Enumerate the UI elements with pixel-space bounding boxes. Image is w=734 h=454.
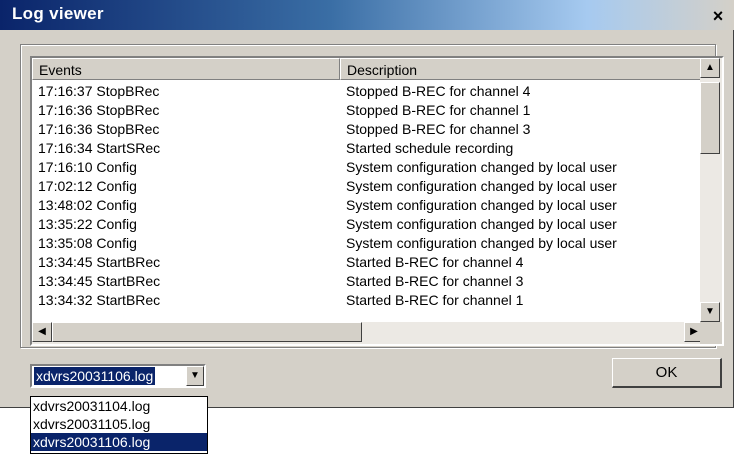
list-item[interactable]: 17:16:36 StopBRec Stopped B-REC for chann… xyxy=(32,120,704,139)
vertical-scroll-thumb[interactable] xyxy=(700,82,720,154)
chevron-down-icon[interactable]: ▼ xyxy=(186,366,204,386)
vertical-scrollbar[interactable]: ▲ ▼ xyxy=(700,58,722,322)
log-file-option[interactable]: xdvrs20031104.log xyxy=(31,397,207,415)
event-cell: 13:34:45 StartBRec xyxy=(38,273,161,289)
description-cell: Started B-REC for channel 4 xyxy=(346,254,524,270)
list-item[interactable]: 13:34:32 StartBRec Started B-REC for chan… xyxy=(32,291,704,310)
close-icon[interactable]: × xyxy=(710,7,726,26)
list-header: Events Description xyxy=(32,58,704,80)
event-cell: 17:02:12 Config xyxy=(38,178,137,194)
description-cell: Stopped B-REC for channel 3 xyxy=(346,121,531,137)
scroll-left-icon[interactable]: ◀ xyxy=(32,322,52,342)
description-cell: System configuration changed by local us… xyxy=(346,197,617,213)
log-file-option[interactable]: xdvrs20031105.log xyxy=(31,415,207,433)
list-rows: 17:16:37 StopBRec Stopped B-REC for chann… xyxy=(32,82,704,310)
event-cell: 13:48:02 Config xyxy=(38,197,137,213)
list-item[interactable]: 13:48:02 Config System configuration chan… xyxy=(32,196,704,215)
window-title: Log viewer xyxy=(12,4,104,23)
description-cell: Stopped B-REC for channel 1 xyxy=(346,102,531,118)
description-cell: System configuration changed by local us… xyxy=(346,159,617,175)
title-bar[interactable]: Log viewer × xyxy=(0,0,734,30)
column-header-description[interactable]: Description xyxy=(340,58,704,80)
horizontal-scroll-thumb[interactable] xyxy=(52,322,362,342)
event-cell: 17:16:36 StopBRec xyxy=(38,102,160,118)
event-cell: 13:35:22 Config xyxy=(38,216,137,232)
list-item[interactable]: 13:34:45 StartBRec Started B-REC for chan… xyxy=(32,253,704,272)
log-file-select-value: xdvrs20031106.log xyxy=(34,367,156,385)
event-cell: 17:16:10 Config xyxy=(38,159,137,175)
scroll-down-icon[interactable]: ▼ xyxy=(700,302,720,322)
description-cell: Stopped B-REC for channel 4 xyxy=(346,83,531,99)
list-item[interactable]: 17:16:34 StartSRec Started schedule recor… xyxy=(32,139,704,158)
event-cell: 13:34:32 StartBRec xyxy=(38,292,161,308)
description-cell: Started B-REC for channel 3 xyxy=(346,273,524,289)
list-item[interactable]: 17:02:12 Config System configuration chan… xyxy=(32,177,704,196)
description-cell: Started schedule recording xyxy=(346,140,514,156)
list-item[interactable]: 17:16:10 Config System configuration chan… xyxy=(32,158,704,177)
event-cell: 13:34:45 StartBRec xyxy=(38,254,161,270)
description-cell: System configuration changed by local us… xyxy=(346,235,617,251)
list-item[interactable]: 13:35:22 Config System configuration chan… xyxy=(32,215,704,234)
list-item[interactable]: 13:34:45 StartBRec Started B-REC for chan… xyxy=(32,272,704,291)
list-item[interactable]: 13:35:08 Config System configuration chan… xyxy=(32,234,704,253)
log-list[interactable]: Events Description 17:16:37 StopBRec Stop… xyxy=(30,56,724,346)
event-cell: 17:16:34 StartSRec xyxy=(38,140,161,156)
description-cell: System configuration changed by local us… xyxy=(346,178,617,194)
log-viewer-window: Log viewer × Events Description 17:16:37… xyxy=(0,0,734,408)
log-file-select[interactable]: xdvrs20031106.log ▼ xyxy=(30,364,206,388)
log-file-option-selected[interactable]: xdvrs20031106.log xyxy=(31,433,207,451)
description-cell: System configuration changed by local us… xyxy=(346,216,617,232)
horizontal-scrollbar[interactable]: ◀ ▶ xyxy=(32,322,704,344)
event-cell: 17:16:36 StopBRec xyxy=(38,121,160,137)
scrollbar-corner xyxy=(700,322,722,344)
ok-button[interactable]: OK xyxy=(612,358,722,388)
list-item[interactable]: 17:16:37 StopBRec Stopped B-REC for chann… xyxy=(32,82,704,101)
event-cell: 13:35:08 Config xyxy=(38,235,137,251)
event-cell: 17:16:37 StopBRec xyxy=(38,83,160,99)
description-cell: Started B-REC for channel 1 xyxy=(346,292,524,308)
column-header-events[interactable]: Events xyxy=(32,58,340,80)
list-item[interactable]: 17:16:36 StopBRec Stopped B-REC for chann… xyxy=(32,101,704,120)
scroll-up-icon[interactable]: ▲ xyxy=(700,58,720,78)
log-file-dropdown: xdvrs20031104.log xdvrs20031105.log xdvr… xyxy=(30,396,208,454)
